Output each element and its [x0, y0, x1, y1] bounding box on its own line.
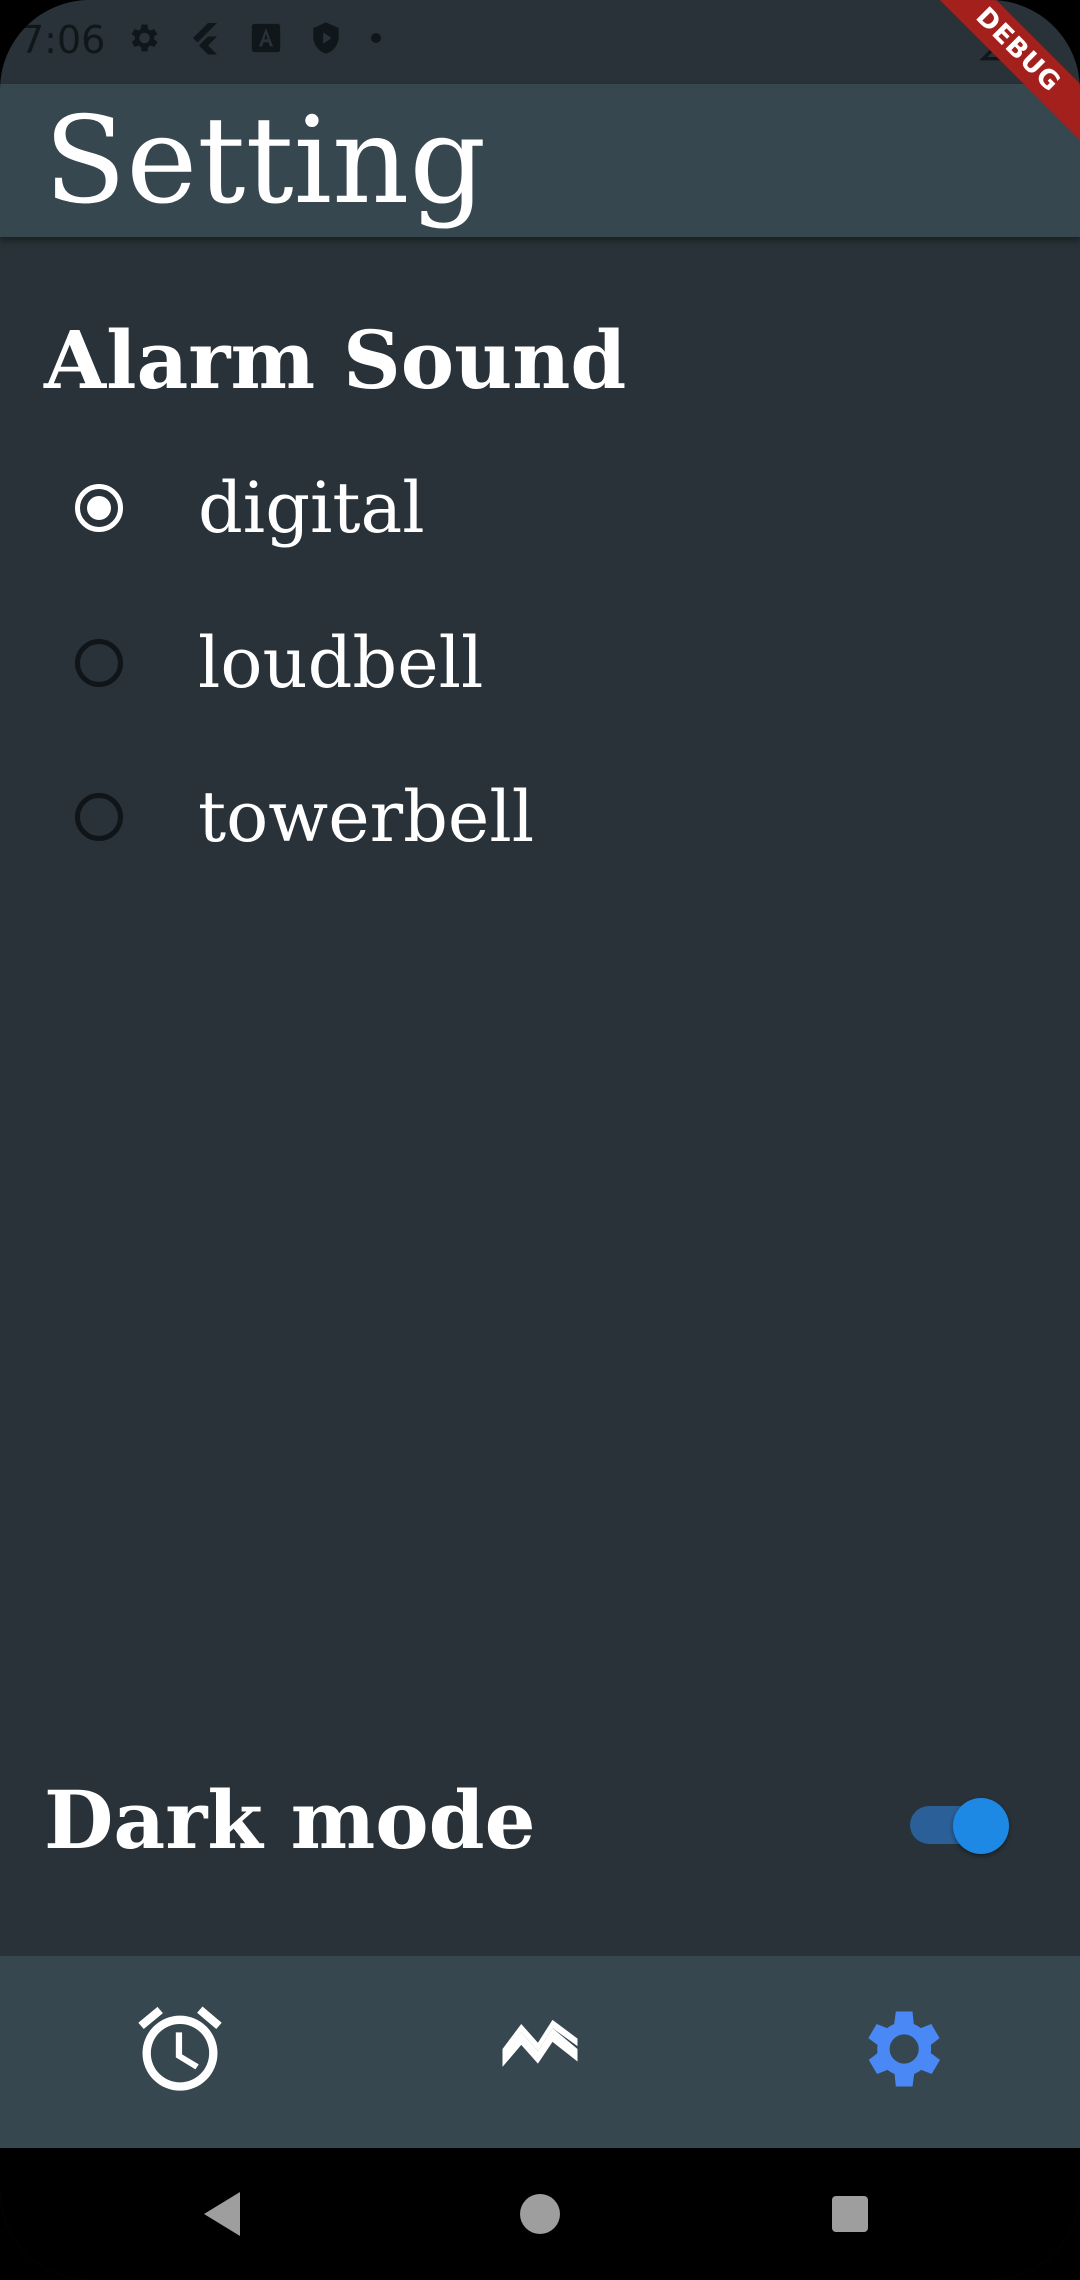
status-icons [125, 20, 383, 56]
switch-thumb[interactable] [953, 1798, 1009, 1854]
radio-option-digital[interactable]: digital [0, 433, 1080, 583]
radio-label: loudbell [198, 622, 484, 704]
chart-icon[interactable] [490, 1999, 590, 2103]
radio-button-towerbell[interactable] [75, 793, 123, 841]
app-bar: Setting [0, 84, 1080, 237]
radio-label: digital [198, 467, 425, 549]
nav-item-chart[interactable] [485, 1996, 595, 2106]
settings-gear-icon[interactable] [850, 1999, 950, 2103]
shield-play-icon [309, 20, 343, 56]
system-nav-bar [0, 2148, 1080, 2280]
dot-icon [369, 31, 383, 45]
alarm-clock-icon[interactable] [130, 1999, 230, 2103]
alarm-sound-title: Alarm Sound [44, 313, 627, 407]
nav-item-settings[interactable] [845, 1996, 955, 2106]
radio-button-digital[interactable] [75, 484, 123, 532]
dark-mode-switch[interactable] [908, 1798, 1009, 1854]
status-time: 7:06 [20, 18, 106, 62]
status-bar: 7:06 [0, 0, 1080, 84]
radio-option-towerbell[interactable]: towerbell [0, 742, 1080, 892]
screen: 7:06 DEBUG Setting Alarm Sound digital l… [0, 0, 1080, 2280]
radio-label: towerbell [198, 776, 535, 858]
home-icon[interactable] [516, 2188, 564, 2244]
bottom-nav [0, 1956, 1080, 2148]
settings-gear-icon [125, 20, 161, 56]
radio-button-loudbell[interactable] [75, 639, 123, 687]
a-box-icon [249, 21, 283, 55]
page-title: Setting [44, 92, 487, 231]
radio-option-loudbell[interactable]: loudbell [0, 588, 1080, 738]
flutter-icon [187, 20, 223, 56]
dark-mode-label: Dark mode [44, 1773, 536, 1867]
back-icon[interactable] [200, 2188, 248, 2244]
nav-item-alarm[interactable] [125, 1996, 235, 2106]
recents-icon[interactable] [826, 2188, 874, 2244]
